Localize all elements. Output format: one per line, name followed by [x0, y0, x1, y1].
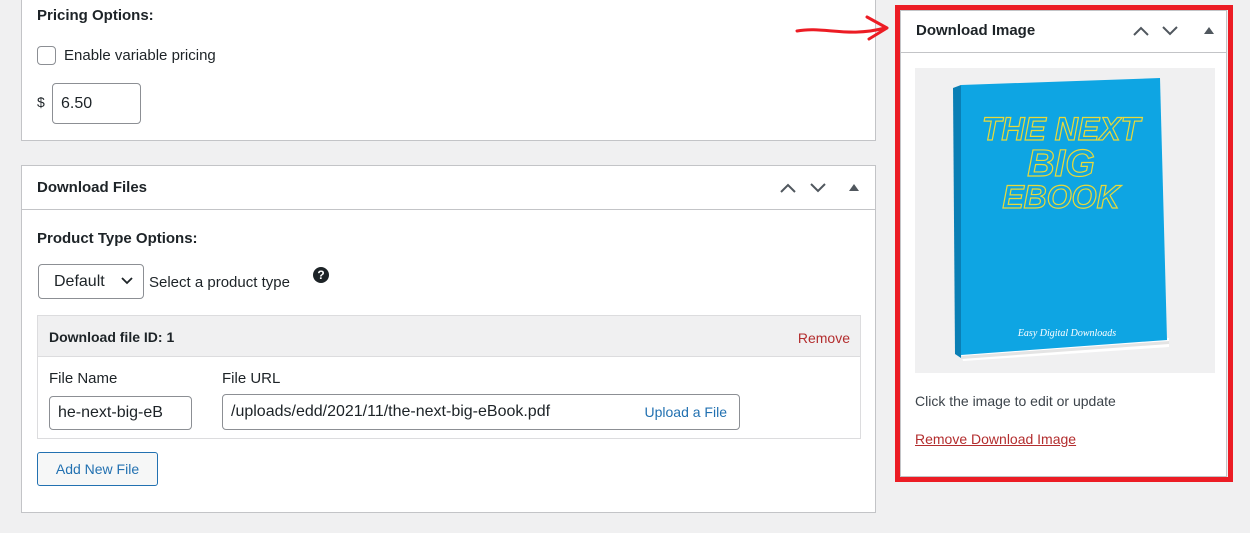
file-name-label: File Name: [49, 370, 118, 387]
file-name-value: he-next-big-eB: [58, 404, 163, 421]
file-url-input[interactable]: /uploads/edd/2021/11/the-next-big-eBook.…: [222, 394, 740, 430]
variable-pricing-label[interactable]: Enable variable pricing: [64, 47, 216, 64]
cover-publisher: Easy Digital Downloads: [1017, 328, 1116, 339]
upload-file-button[interactable]: Upload a File: [645, 404, 732, 420]
currency-symbol: $: [37, 94, 45, 110]
remove-download-image-link[interactable]: Remove Download Image: [915, 431, 1076, 447]
download-image-thumbnail[interactable]: THE NEXT BIG EBOOK Easy Digital Download…: [915, 68, 1215, 373]
toggle-panel-button[interactable]: [842, 176, 866, 200]
file-url-value: /uploads/edd/2021/11/the-next-big-eBook.…: [231, 403, 551, 420]
triangle-toggle-icon: [1204, 27, 1214, 34]
download-files-header: Download Files: [22, 166, 875, 210]
chevron-down-icon: [810, 183, 826, 193]
cover-title-line1: THE NEXT: [982, 111, 1143, 147]
help-icon[interactable]: ?: [313, 267, 329, 283]
move-up-button[interactable]: [776, 176, 800, 200]
product-type-heading: Product Type Options:: [37, 230, 198, 247]
product-type-selected: Default: [54, 272, 105, 290]
price-input[interactable]: 6.50: [52, 83, 141, 124]
toggle-panel-button[interactable]: [1197, 19, 1221, 43]
product-type-select[interactable]: Default: [38, 264, 144, 299]
download-file-id: Download file ID: 1: [49, 329, 175, 345]
cover-title-line3: EBOOK: [1002, 179, 1122, 215]
ebook-cover-image: THE NEXT BIG EBOOK Easy Digital Download…: [953, 78, 1169, 361]
pricing-options-heading: Pricing Options:: [37, 7, 154, 24]
download-file-row: Download file ID: 1 Remove File Name Fil…: [37, 315, 861, 439]
product-type-hint: Select a product type: [149, 274, 290, 291]
download-image-header: Download Image: [901, 11, 1226, 53]
image-edit-hint: Click the image to edit or update: [915, 393, 1116, 409]
file-name-input[interactable]: he-next-big-eB: [49, 396, 192, 430]
move-down-button[interactable]: [806, 176, 830, 200]
download-file-header: Download file ID: 1 Remove: [38, 316, 860, 357]
chevron-down-icon: [1162, 26, 1178, 36]
move-down-button[interactable]: [1158, 19, 1182, 43]
chevron-up-icon: [780, 183, 796, 193]
remove-file-link[interactable]: Remove: [798, 330, 850, 346]
download-files-panel: Download Files Product Type Options: Def…: [21, 165, 876, 513]
chevron-up-icon: [1133, 26, 1149, 36]
download-image-panel: Download Image THE NEXT BIG EBOOK Easy D…: [900, 10, 1227, 477]
file-url-label: File URL: [222, 370, 281, 387]
arrow-annotation-icon: [795, 15, 889, 41]
price-value: 6.50: [61, 94, 93, 112]
pricing-options-panel: Pricing Options: Enable variable pricing…: [21, 0, 876, 141]
move-up-button[interactable]: [1129, 19, 1153, 43]
variable-pricing-checkbox[interactable]: [37, 46, 56, 65]
add-new-file-button[interactable]: Add New File: [37, 452, 158, 486]
triangle-toggle-icon: [849, 184, 859, 191]
download-image-title: Download Image: [916, 22, 1036, 39]
download-files-title: Download Files: [37, 179, 148, 196]
chevron-down-icon: [121, 277, 133, 285]
